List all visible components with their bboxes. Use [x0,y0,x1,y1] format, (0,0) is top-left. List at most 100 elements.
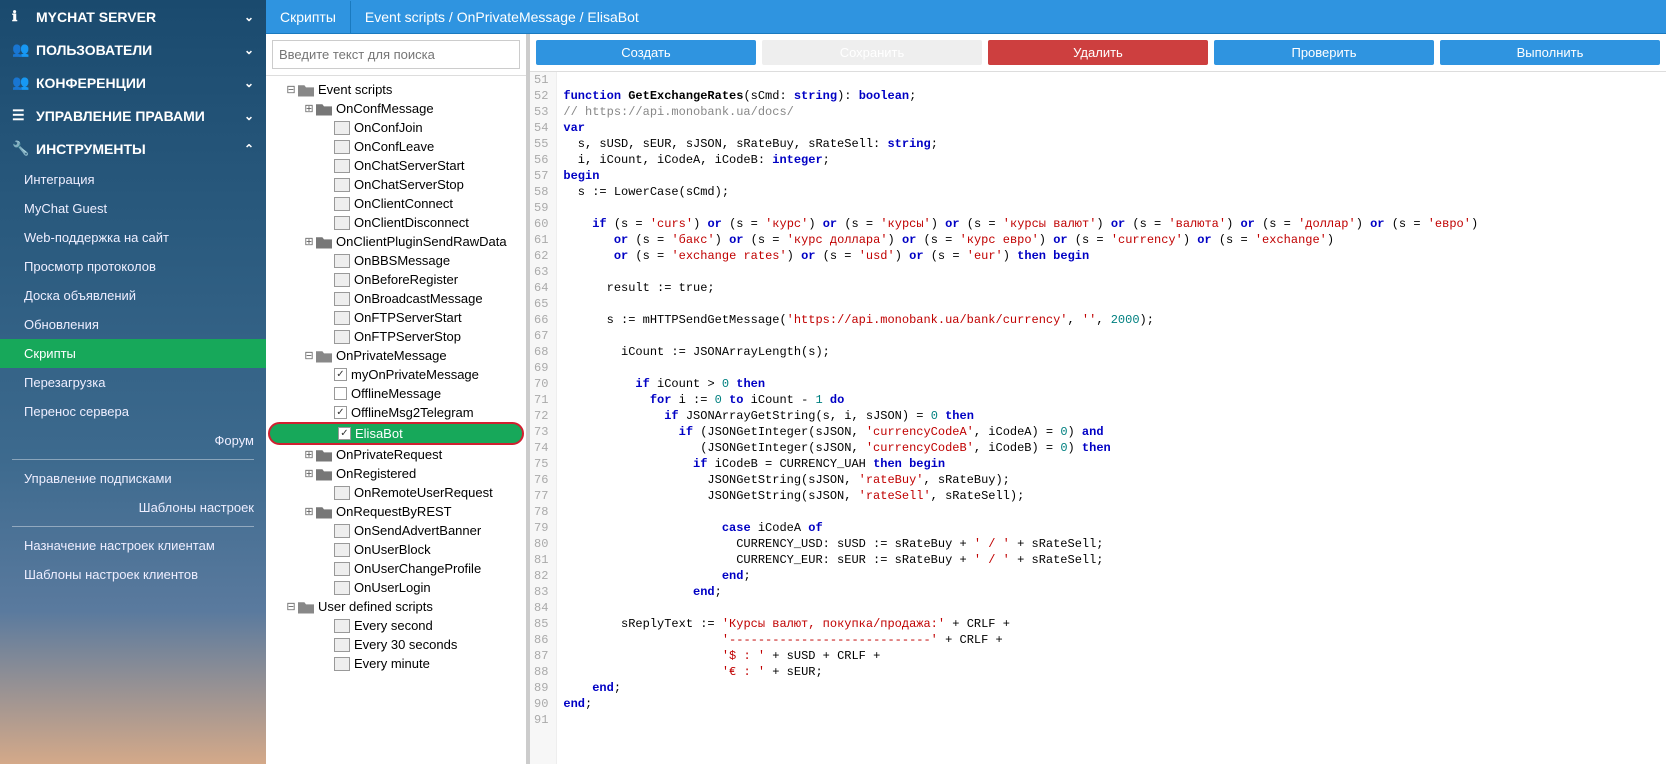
tree-node[interactable]: ⊞OnConfMessage [266,99,526,118]
code-line[interactable]: if iCodeB = CURRENCY_UAH then begin [563,456,1660,472]
menu-section-header[interactable]: ☰УПРАВЛЕНИЕ ПРАВАМИ⌄ [0,99,266,132]
code-line[interactable]: function GetExchangeRates(sCmd: string):… [563,88,1660,104]
tree-node[interactable]: OnSendAdvertBanner [266,521,526,540]
tree-node[interactable]: OnRemoteUserRequest [266,483,526,502]
menu-item[interactable]: Перезагрузка [0,368,266,397]
tree-node[interactable]: ✓OfflineMsg2Telegram [266,403,526,422]
expander-icon[interactable]: ⊞ [302,505,316,518]
code-line[interactable] [563,504,1660,520]
tree-node[interactable]: ⊞OnRequestByREST [266,502,526,521]
menu-item[interactable]: Перенос сервера [0,397,266,426]
code-line[interactable]: case iCodeA of [563,520,1660,536]
code-line[interactable]: sReplyText := 'Курсы валют, покупка/прод… [563,616,1660,632]
tree-node[interactable]: Every 30 seconds [266,635,526,654]
code-line[interactable] [563,360,1660,376]
tree-node[interactable]: OnChatServerStop [266,175,526,194]
create-button[interactable]: Создать [536,40,756,65]
code-line[interactable]: '€ : ' + sEUR; [563,664,1660,680]
tree-node[interactable]: Every second [266,616,526,635]
code-line[interactable]: s := LowerCase(sCmd); [563,184,1660,200]
checkbox[interactable] [334,387,347,400]
code-line[interactable]: // https://api.monobank.ua/docs/ [563,104,1660,120]
tree-node[interactable]: OnClientConnect [266,194,526,213]
code-editor[interactable]: 5152535455565758596061626364656667686970… [530,72,1666,764]
code-line[interactable]: i, iCount, iCodeA, iCodeB: integer; [563,152,1660,168]
code-line[interactable]: '----------------------------' + CRLF + [563,632,1660,648]
checkbox[interactable]: ✓ [338,427,351,440]
code-line[interactable] [563,200,1660,216]
menu-item[interactable]: Интеграция [0,165,266,194]
tree-node[interactable]: OnBroadcastMessage [266,289,526,308]
code-line[interactable]: CURRENCY_EUR: sEUR := sRateBuy + ' / ' +… [563,552,1660,568]
tree-node[interactable]: OnFTPServerStop [266,327,526,346]
checkbox[interactable]: ✓ [334,406,347,419]
code-line[interactable]: if (JSONGetInteger(sJSON, 'currencyCodeA… [563,424,1660,440]
delete-button[interactable]: Удалить [988,40,1208,65]
tree-node[interactable]: OnBBSMessage [266,251,526,270]
tree-node[interactable]: ⊞OnRegistered [266,464,526,483]
menu-section-header[interactable]: ℹMYCHAT SERVER⌄ [0,0,266,33]
code-line[interactable]: or (s = 'бакс') or (s = 'курс доллара') … [563,232,1660,248]
code-line[interactable]: end; [563,584,1660,600]
menu-section-header[interactable]: 👥ПОЛЬЗОВАТЕЛИ⌄ [0,33,266,66]
code-line[interactable]: JSONGetString(sJSON, 'rateSell', sRateSe… [563,488,1660,504]
tree-node[interactable]: OnBeforeRegister [266,270,526,289]
menu-section-header[interactable]: 👥КОНФЕРЕНЦИИ⌄ [0,66,266,99]
menu-section-header[interactable]: 🔧ИНСТРУМЕНТЫ⌃ [0,132,266,165]
search-input[interactable] [272,40,520,69]
code-line[interactable]: begin [563,168,1660,184]
tree-node[interactable]: OnConfLeave [266,137,526,156]
code-line[interactable]: end; [563,680,1660,696]
tree-node[interactable]: Every minute [266,654,526,673]
code-line[interactable]: s := mHTTPSendGetMessage('https://api.mo… [563,312,1660,328]
checkbox[interactable]: ✓ [334,368,347,381]
expander-icon[interactable]: ⊟ [284,83,298,96]
menu-item[interactable]: Шаблоны настроек клиентов [0,560,266,589]
code-line[interactable] [563,264,1660,280]
code-line[interactable]: '$ : ' + sUSD + CRLF + [563,648,1660,664]
tree-node[interactable]: ⊞OnClientPluginSendRawData [266,232,526,251]
code-line[interactable]: if JSONArrayGetString(s, i, sJSON) = 0 t… [563,408,1660,424]
tree-node[interactable]: OnConfJoin [266,118,526,137]
expander-icon[interactable]: ⊟ [302,349,316,362]
code-line[interactable] [563,600,1660,616]
code-line[interactable]: iCount := JSONArrayLength(s); [563,344,1660,360]
menu-item[interactable]: Просмотр протоколов [0,252,266,281]
run-button[interactable]: Выполнить [1440,40,1660,65]
expander-icon[interactable]: ⊞ [302,102,316,115]
header-tab[interactable]: Скрипты [266,1,351,33]
code-lines[interactable]: function GetExchangeRates(sCmd: string):… [557,72,1666,764]
tree-node[interactable]: OnUserLogin [266,578,526,597]
menu-item[interactable]: Назначение настроек клиентам [0,531,266,560]
tree-node[interactable]: ✓myOnPrivateMessage [266,365,526,384]
tree-node[interactable]: ✓ElisaBot [268,422,524,445]
expander-icon[interactable]: ⊞ [302,448,316,461]
tree-node[interactable]: ⊞OnPrivateRequest [266,445,526,464]
menu-item[interactable]: Web-поддержка на сайт [0,223,266,252]
menu-item[interactable]: Скрипты [0,339,266,368]
expander-icon[interactable]: ⊞ [302,467,316,480]
expander-icon[interactable]: ⊟ [284,600,298,613]
save-button[interactable]: Сохранить [762,40,982,65]
tree-node[interactable]: ⊟User defined scripts [266,597,526,616]
code-line[interactable]: (JSONGetInteger(sJSON, 'currencyCodeB', … [563,440,1660,456]
code-line[interactable]: for i := 0 to iCount - 1 do [563,392,1660,408]
tree-node[interactable]: OnChatServerStart [266,156,526,175]
menu-item[interactable]: Шаблоны настроек [0,493,266,522]
tree-node[interactable]: OnUserBlock [266,540,526,559]
tree-node[interactable]: OnClientDisconnect [266,213,526,232]
code-line[interactable]: or (s = 'exchange rates') or (s = 'usd')… [563,248,1660,264]
code-line[interactable]: if (s = 'curs') or (s = 'курс') or (s = … [563,216,1660,232]
code-line[interactable]: var [563,120,1660,136]
tree-node[interactable]: OnUserChangeProfile [266,559,526,578]
code-line[interactable] [563,328,1660,344]
code-line[interactable] [563,296,1660,312]
code-line[interactable] [563,72,1660,88]
tree-node[interactable]: ⊟Event scripts [266,80,526,99]
tree-node[interactable]: OfflineMessage [266,384,526,403]
menu-item[interactable]: Управление подписками [0,464,266,493]
code-line[interactable]: end; [563,696,1660,712]
tree-node[interactable]: OnFTPServerStart [266,308,526,327]
code-line[interactable]: if iCount > 0 then [563,376,1660,392]
menu-item[interactable]: MyChat Guest [0,194,266,223]
